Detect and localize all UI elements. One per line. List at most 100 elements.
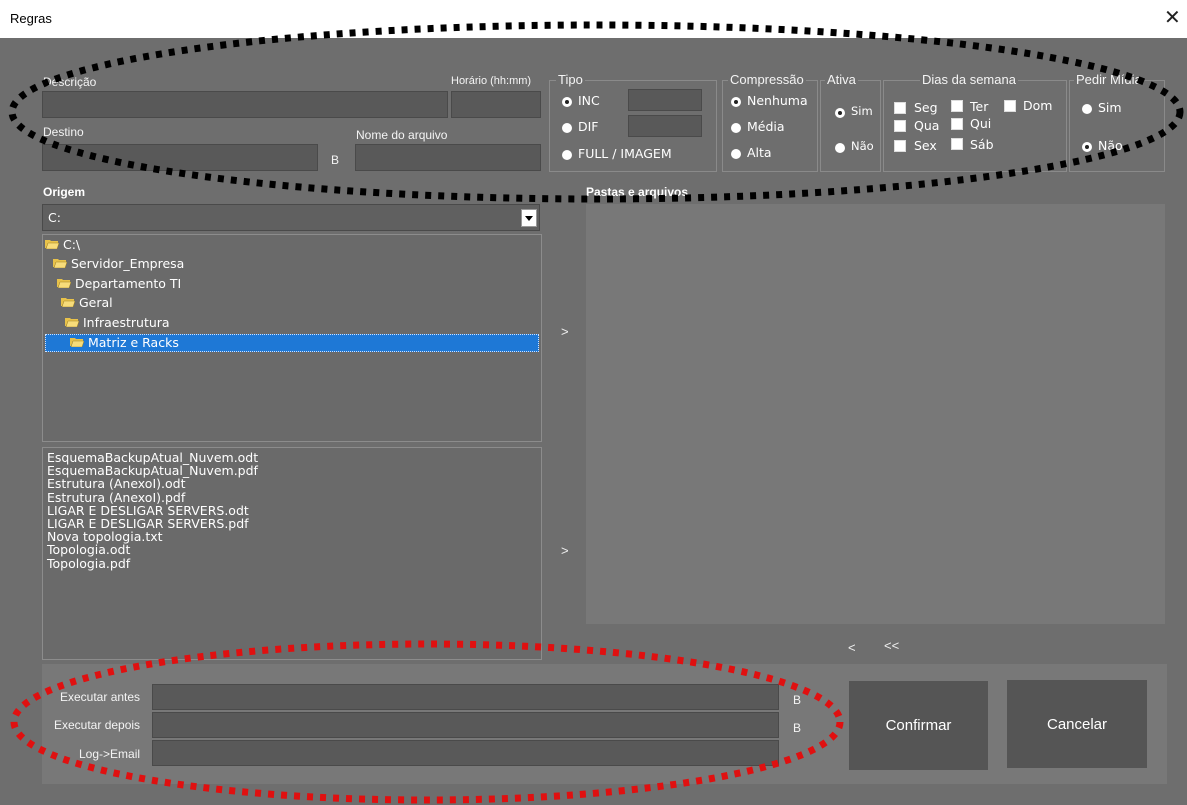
drive-value: C: xyxy=(48,210,61,225)
log-email-label: Log->Email xyxy=(79,747,141,761)
drive-select[interactable]: C: xyxy=(42,204,540,231)
pedir-midia-sim-label: Sim xyxy=(1098,100,1122,115)
sab-checkbox[interactable] xyxy=(951,138,963,150)
list-item[interactable]: Estrutura (AnexoI).odt xyxy=(47,477,258,490)
compressao-label: Compressão xyxy=(728,72,806,87)
folder-open-icon xyxy=(61,298,76,308)
horario-input[interactable] xyxy=(451,91,541,118)
dom-checkbox[interactable] xyxy=(1004,100,1016,112)
executar-depois-suffix: B xyxy=(793,721,802,735)
tree-item[interactable]: Infraestrutura xyxy=(65,315,170,330)
tipo-dif-label: DIF xyxy=(578,119,599,134)
tree-item[interactable]: C:\ xyxy=(45,237,80,252)
tree-label: Infraestrutura xyxy=(82,315,170,330)
tree-item[interactable]: Servidor_Empresa xyxy=(53,256,184,271)
qua-label: Qua xyxy=(914,118,940,133)
chevron-down-icon xyxy=(525,216,533,221)
tree-label: Geral xyxy=(78,295,113,310)
tipo-dif-radio[interactable] xyxy=(562,123,572,133)
selected-items-panel[interactable] xyxy=(586,204,1165,624)
nome-arquivo-input[interactable] xyxy=(355,144,541,171)
ter-label: Ter xyxy=(970,99,989,114)
tree-item-selected[interactable]: Matriz e Racks xyxy=(45,334,539,352)
compressao-nenhuma-radio[interactable] xyxy=(731,97,741,107)
close-icon[interactable]: ✕ xyxy=(1164,6,1181,30)
ativa-nao-label: Não xyxy=(851,139,874,153)
tree-label: Servidor_Empresa xyxy=(70,256,185,271)
cancel-button[interactable]: Cancelar xyxy=(1007,680,1147,768)
ter-checkbox[interactable] xyxy=(951,100,963,112)
destino-suffix: B xyxy=(331,153,340,167)
list-item[interactable]: Estrutura (AnexoI).pdf xyxy=(47,490,258,503)
pedir-midia-group xyxy=(1069,80,1165,172)
dias-label: Dias da semana xyxy=(920,72,1018,87)
remove-all-button[interactable]: << xyxy=(884,638,899,653)
tipo-inc-radio[interactable] xyxy=(562,97,572,107)
destino-label: Destino xyxy=(43,125,84,139)
folder-tree[interactable]: C:\ Servidor_Empresa Departamento TI Ger… xyxy=(42,234,542,442)
sex-label: Sex xyxy=(914,138,937,153)
inc-count-input[interactable] xyxy=(628,89,702,111)
executar-antes-label: Executar antes xyxy=(60,690,141,704)
tipo-inc-label: INC xyxy=(578,93,600,108)
tipo-label: Tipo xyxy=(556,72,585,87)
dif-count-input[interactable] xyxy=(628,115,702,137)
pedir-midia-nao-radio[interactable] xyxy=(1082,142,1092,152)
compressao-media-label: Média xyxy=(747,119,785,134)
compressao-nenhuma-label: Nenhuma xyxy=(747,93,808,108)
tipo-full-label: FULL / IMAGEM xyxy=(578,146,672,161)
origem-label: Origem xyxy=(43,185,86,199)
pedir-midia-nao-label: Não xyxy=(1098,138,1123,153)
compressao-media-radio[interactable] xyxy=(731,123,741,133)
remove-button[interactable]: < xyxy=(848,640,856,655)
descricao-input[interactable] xyxy=(42,91,448,118)
seg-label: Seg xyxy=(914,100,938,115)
horario-label: Horário (hh:mm) xyxy=(451,75,532,87)
qui-checkbox[interactable] xyxy=(951,118,963,130)
list-item[interactable]: Topologia.pdf xyxy=(47,556,258,569)
file-list-items: EsquemaBackupAtual_Nuvem.odt EsquemaBack… xyxy=(47,451,258,570)
pastas-label: Pastas e arquivos xyxy=(586,185,689,199)
executar-antes-suffix: B xyxy=(793,693,802,707)
qui-label: Qui xyxy=(970,116,992,131)
window-title: Regras xyxy=(10,11,52,26)
confirm-button[interactable]: Confirmar xyxy=(849,681,988,770)
tree-item[interactable]: Departamento TI xyxy=(57,276,181,291)
dom-label: Dom xyxy=(1023,98,1053,113)
pedir-midia-sim-radio[interactable] xyxy=(1082,104,1092,114)
tree-label: C:\ xyxy=(62,237,81,252)
compressao-alta-label: Alta xyxy=(747,145,772,160)
ativa-sim-radio[interactable] xyxy=(835,108,845,118)
seg-checkbox[interactable] xyxy=(894,102,906,114)
add-folder-button[interactable]: > xyxy=(561,324,569,339)
ativa-nao-radio[interactable] xyxy=(835,143,845,153)
folder-open-icon xyxy=(57,279,72,289)
pedir-midia-label: Pedir Mídia xyxy=(1074,72,1144,87)
dropdown-button[interactable] xyxy=(521,209,537,227)
sab-label: Sáb xyxy=(970,137,994,152)
ativa-sim-label: Sim xyxy=(851,104,873,118)
nome-arquivo-label: Nome do arquivo xyxy=(356,128,448,142)
executar-depois-label: Executar depois xyxy=(54,718,141,732)
executar-depois-input[interactable] xyxy=(152,712,779,738)
folder-open-icon xyxy=(53,259,68,269)
executar-antes-input[interactable] xyxy=(152,684,779,710)
list-item[interactable]: Topologia.odt xyxy=(47,543,258,556)
file-list[interactable]: EsquemaBackupAtual_Nuvem.odt EsquemaBack… xyxy=(42,447,542,660)
destino-input[interactable] xyxy=(42,144,318,171)
folder-open-icon xyxy=(70,338,85,348)
tree-item[interactable]: Geral xyxy=(61,295,113,310)
title-bar xyxy=(0,0,1187,38)
add-file-button[interactable]: > xyxy=(561,543,569,558)
tree-label: Departamento TI xyxy=(74,276,182,291)
folder-open-icon xyxy=(45,240,60,250)
compressao-alta-radio[interactable] xyxy=(731,149,741,159)
log-email-input[interactable] xyxy=(152,740,779,766)
tree-label: Matriz e Racks xyxy=(87,335,179,350)
descricao-label: Descrição xyxy=(43,75,97,89)
folder-open-icon xyxy=(65,318,80,328)
tipo-full-radio[interactable] xyxy=(562,150,572,160)
ativa-label: Ativa xyxy=(825,72,858,87)
qua-checkbox[interactable] xyxy=(894,120,906,132)
sex-checkbox[interactable] xyxy=(894,140,906,152)
